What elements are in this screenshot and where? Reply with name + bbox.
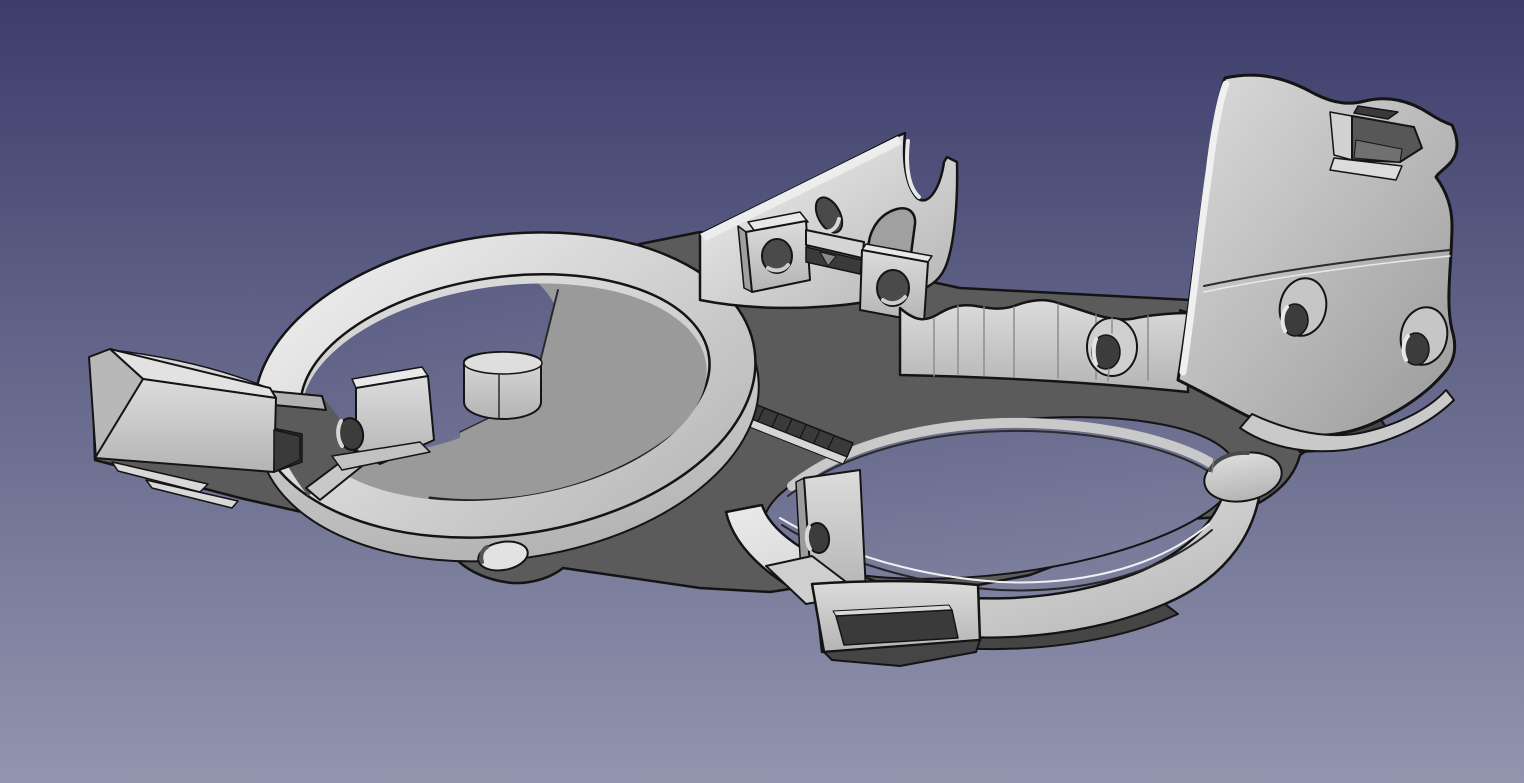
- 3d-viewport[interactable]: [0, 0, 1524, 783]
- clamp-block-b[interactable]: [860, 244, 932, 322]
- center-boss[interactable]: [464, 352, 542, 419]
- bottom-tab[interactable]: [812, 581, 980, 666]
- tab-slot: [836, 610, 958, 645]
- notch-left-wall: [1330, 112, 1352, 160]
- boss-top-face: [464, 352, 542, 374]
- right-bracket[interactable]: [1178, 75, 1457, 451]
- viewport-canvas[interactable]: [0, 0, 1524, 783]
- clamp-block-a[interactable]: [738, 212, 810, 292]
